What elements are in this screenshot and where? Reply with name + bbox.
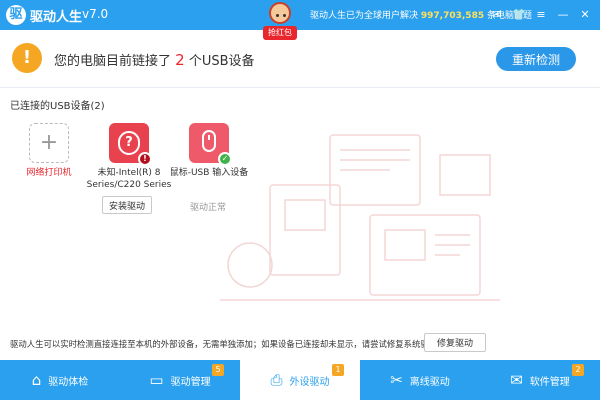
connected-devices-title: 已连接的USB设备(2) xyxy=(10,101,105,112)
device-label: 鼠标-USB 输入设备 xyxy=(169,168,249,178)
nav-peripheral-drivers[interactable]: ⎙ 外设驱动 1 xyxy=(240,360,360,400)
shirt-icon[interactable]: 👕 xyxy=(510,6,528,24)
install-driver-button[interactable]: 安装驱动 xyxy=(102,196,152,214)
device-label: 未知-Intel(R) 8 Series/C220 Series xyxy=(84,167,174,191)
footer-hint: 驱动人生可以实时检测直接连接至本机的外部设备，无需单独添加；如果设备已连接却未显… xyxy=(10,339,440,349)
title-bar: 驱 驱动人生 v7.0 抢红包 驱动人生已为全球用户解决 997,703,585… xyxy=(0,0,600,40)
check-badge-icon: ✓ xyxy=(218,152,232,166)
nav-count-badge: 2 xyxy=(572,364,584,376)
nav-label: 外设驱动 xyxy=(289,376,330,388)
nav-label: 软件管理 xyxy=(529,376,570,388)
nav-driver-checkup[interactable]: ⌂ 驱动体检 xyxy=(0,360,120,400)
menu-icon[interactable]: ≡ xyxy=(532,6,550,24)
status-banner: ! 您的电脑目前链接了 2 个USB设备 重新检测 xyxy=(0,30,600,88)
device-unknown-intel[interactable]: ? ! 未知-Intel(R) 8 Series/C220 Series xyxy=(84,123,174,191)
mail-icon[interactable]: ✉ xyxy=(488,6,506,24)
tools-icon: ✂ xyxy=(390,371,403,389)
close-icon[interactable]: ✕ xyxy=(576,6,594,24)
minimize-icon[interactable]: — xyxy=(554,6,572,24)
device-label: 网络打印机 xyxy=(26,168,72,178)
nav-label: 离线驱动 xyxy=(409,376,450,388)
nav-software-management[interactable]: ✉ 软件管理 2 xyxy=(480,360,600,400)
message-prefix: 您的电脑目前链接了 xyxy=(54,54,172,69)
box-icon: ✉ xyxy=(510,371,523,389)
question-icon: ? xyxy=(118,131,140,155)
home-icon: ⌂ xyxy=(31,371,42,389)
nav-label: 驱动体检 xyxy=(48,376,89,388)
rescan-button[interactable]: 重新检测 xyxy=(496,47,576,71)
stats-number: 997,703,585 xyxy=(420,11,485,21)
usb-count: 2 xyxy=(175,51,185,69)
driver-ok-status: 驱动正常 xyxy=(190,203,227,213)
device-label-line2: Series/C220 Series xyxy=(86,180,172,190)
warning-icon: ! xyxy=(12,43,42,73)
window-controls: ✉ 👕 ≡ — ✕ xyxy=(488,6,594,24)
app-version: v7.0 xyxy=(82,7,109,21)
mouse-icon: ✓ xyxy=(189,123,232,166)
bottom-nav: ⌂ 驱动体检 ▭ 驱动管理 5 ⎙ 外设驱动 1 ✂ 离线驱动 ✉ 软件管理 2 xyxy=(0,360,600,400)
repair-driver-button[interactable]: 修复驱动 xyxy=(424,333,486,352)
usb-count-message: 您的电脑目前链接了 2 个USB设备 xyxy=(54,50,255,69)
add-printer-icon: + xyxy=(29,123,69,163)
nav-count-badge: 5 xyxy=(212,364,224,376)
device-label-line1: 未知-Intel(R) 8 xyxy=(97,168,161,178)
monitor-icon: ▭ xyxy=(149,371,164,389)
nav-count-badge: 1 xyxy=(332,364,344,376)
nav-driver-management[interactable]: ▭ 驱动管理 5 xyxy=(120,360,240,400)
app-logo-icon: 驱 xyxy=(6,5,26,25)
app-name: 驱动人生 xyxy=(30,10,83,25)
error-badge-icon: ! xyxy=(138,152,152,166)
device-network-printer[interactable]: + 网络打印机 xyxy=(4,123,94,179)
stats-prefix: 驱动人生已为全球用户解决 xyxy=(310,11,419,21)
message-suffix: 个USB设备 xyxy=(188,54,255,69)
background-illustration xyxy=(220,134,500,301)
nav-label: 驱动管理 xyxy=(170,376,211,388)
printer-icon: ⎙ xyxy=(270,371,283,389)
device-usb-mouse[interactable]: ✓ 鼠标-USB 输入设备 xyxy=(164,123,254,179)
mascot-icon xyxy=(269,2,291,24)
unknown-device-icon: ? ! xyxy=(109,123,152,166)
nav-offline-drivers[interactable]: ✂ 离线驱动 xyxy=(360,360,480,400)
